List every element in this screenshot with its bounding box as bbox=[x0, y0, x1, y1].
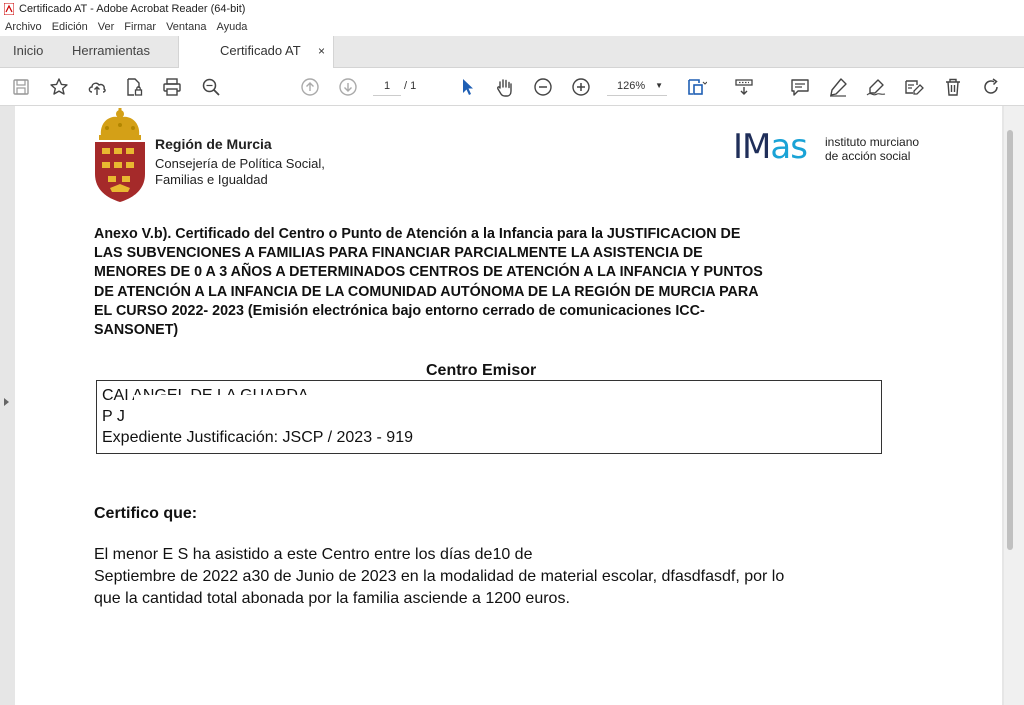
menu-ver[interactable]: Ver bbox=[98, 21, 115, 33]
certify-body-line: El menor E S ha asistido a este Centro e… bbox=[94, 546, 533, 563]
region-name: Región de Murcia bbox=[155, 136, 272, 152]
center-address: P J bbox=[102, 408, 125, 425]
left-panel-toggle-icon[interactable] bbox=[4, 398, 9, 406]
redaction-mask bbox=[134, 395, 354, 407]
scroll-mode-icon[interactable] bbox=[733, 76, 755, 98]
title-line: EL CURSO 2022- 2023 (Emisión electrónica… bbox=[94, 302, 705, 319]
menu-ayuda[interactable]: Ayuda bbox=[216, 21, 247, 33]
chevron-down-icon: ▼ bbox=[655, 81, 663, 90]
imas-subtitle-line2: de acción social bbox=[825, 149, 911, 163]
center-file-number: Expediente Justificación: JSCP / 2023 - … bbox=[102, 429, 413, 446]
search-icon[interactable] bbox=[200, 76, 222, 98]
page-total: / 1 bbox=[404, 80, 417, 92]
zoom-value: 126% bbox=[617, 80, 646, 92]
region-department-line2: Familias e Igualdad bbox=[155, 172, 268, 187]
imas-logo-im: IM bbox=[733, 127, 771, 167]
menu-firmar[interactable]: Firmar bbox=[124, 21, 156, 33]
document-title: Anexo V.b). Certificado del Centro o Pun… bbox=[94, 225, 884, 340]
tab-tools[interactable]: Herramientas bbox=[72, 36, 150, 68]
region-department-line1: Consejería de Política Social, bbox=[155, 156, 325, 171]
hand-tool-icon[interactable] bbox=[494, 76, 516, 98]
scrollbar-thumb[interactable] bbox=[1007, 130, 1013, 550]
zoom-out-icon[interactable] bbox=[532, 76, 554, 98]
zoom-select[interactable]: 126% ▼ bbox=[607, 77, 667, 96]
tab-document[interactable]: Certificado AT × bbox=[178, 36, 334, 69]
select-cursor-icon[interactable] bbox=[456, 76, 478, 98]
title-line: DE ATENCIÓN A LA INFANCIA DE LA COMUNIDA… bbox=[94, 283, 759, 300]
menu-bar: Archivo Edición Ver Firmar Ventana Ayuda bbox=[0, 18, 1024, 36]
close-tab-icon[interactable]: × bbox=[318, 36, 325, 66]
print-icon[interactable] bbox=[161, 76, 183, 98]
page-number-input[interactable]: 1 bbox=[373, 77, 401, 96]
comment-icon[interactable] bbox=[789, 76, 811, 98]
tab-bar: Inicio Herramientas Certificado AT × bbox=[0, 36, 1024, 69]
protect-file-icon[interactable] bbox=[123, 76, 145, 98]
next-page-icon[interactable] bbox=[337, 76, 359, 98]
highlight-pen-icon[interactable] bbox=[827, 76, 849, 98]
delete-icon[interactable] bbox=[942, 76, 964, 98]
imas-logo: IMas bbox=[733, 127, 808, 167]
title-line: Anexo V.b). Certificado del Centro o Pun… bbox=[94, 226, 741, 242]
window-title: Certificado AT - Adobe Acrobat Reader (6… bbox=[19, 3, 246, 15]
cloud-upload-icon[interactable] bbox=[86, 76, 108, 98]
sign-pen-icon[interactable] bbox=[865, 76, 887, 98]
title-line: SANSONET) bbox=[94, 322, 179, 339]
fill-sign-icon[interactable] bbox=[903, 76, 925, 98]
certify-heading: Certifico que: bbox=[94, 505, 198, 522]
menu-edicion[interactable]: Edición bbox=[52, 21, 88, 33]
rotate-icon[interactable] bbox=[980, 76, 1002, 98]
star-icon[interactable] bbox=[48, 76, 70, 98]
menu-archivo[interactable]: Archivo bbox=[5, 21, 42, 33]
zoom-in-icon[interactable] bbox=[570, 76, 592, 98]
title-line: MENORES DE 0 A 3 AÑOS A DETERMINADOS CEN… bbox=[94, 264, 763, 281]
center-issuer-heading: Centro Emisor bbox=[426, 362, 537, 379]
certify-body-line: Septiembre de 2022 a30 de Junio de 2023 … bbox=[94, 568, 785, 585]
acrobat-icon bbox=[3, 2, 15, 16]
window-titlebar: Certificado AT - Adobe Acrobat Reader (6… bbox=[0, 0, 1024, 18]
title-line: LAS SUBVENCIONES A FAMILIAS PARA FINANCI… bbox=[94, 245, 703, 262]
save-icon[interactable] bbox=[10, 76, 32, 98]
page-display-icon[interactable] bbox=[685, 76, 708, 98]
tab-document-label: Certificado AT bbox=[220, 43, 301, 58]
toolbar: 1 / 1 126% ▼ bbox=[0, 68, 1024, 106]
imas-subtitle-line1: instituto murciano bbox=[825, 135, 920, 149]
prev-page-icon[interactable] bbox=[299, 76, 321, 98]
tab-home[interactable]: Inicio bbox=[13, 36, 43, 68]
region-murcia-crest-icon bbox=[93, 108, 147, 202]
certify-body-line: que la cantidad total abonada por la fam… bbox=[94, 590, 570, 607]
menu-ventana[interactable]: Ventana bbox=[166, 21, 206, 33]
imas-logo-as: as bbox=[770, 127, 808, 167]
